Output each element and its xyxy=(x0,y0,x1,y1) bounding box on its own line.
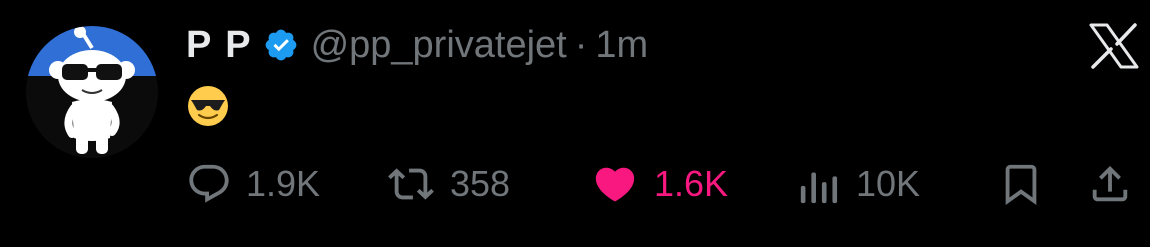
repost-icon xyxy=(386,161,436,207)
like-button[interactable]: 1.6K xyxy=(590,160,728,208)
tweet-header: P P @pp_privatejet · 1m xyxy=(186,22,648,68)
timestamp[interactable]: 1m xyxy=(595,24,648,67)
reply-count: 1.9K xyxy=(246,163,321,204)
tweet-actions: 1.9K 358 1.6K 10K xyxy=(186,160,1140,208)
views-icon xyxy=(798,161,842,207)
separator-dot: · xyxy=(574,23,588,66)
heart-icon xyxy=(590,161,640,207)
avatar-image xyxy=(26,26,158,158)
verified-badge-icon xyxy=(263,27,299,63)
share-icon xyxy=(1086,161,1134,207)
share-button[interactable] xyxy=(1086,160,1134,208)
reply-icon xyxy=(186,161,232,207)
user-handle[interactable]: @pp_privatejet xyxy=(311,24,567,67)
views-button[interactable]: 10K xyxy=(798,160,920,208)
display-name[interactable]: P P xyxy=(186,24,253,67)
bookmark-icon xyxy=(998,161,1044,207)
sunglasses-emoji xyxy=(186,84,230,128)
reply-button[interactable]: 1.9K xyxy=(186,160,320,208)
repost-count: 358 xyxy=(450,163,511,204)
tweet-text xyxy=(186,84,230,128)
like-count: 1.6K xyxy=(654,163,729,204)
views-count: 10K xyxy=(856,163,921,204)
x-logo-icon xyxy=(1088,22,1140,70)
repost-button[interactable]: 358 xyxy=(386,160,510,208)
bookmark-button[interactable] xyxy=(998,160,1044,208)
avatar[interactable] xyxy=(26,26,158,158)
